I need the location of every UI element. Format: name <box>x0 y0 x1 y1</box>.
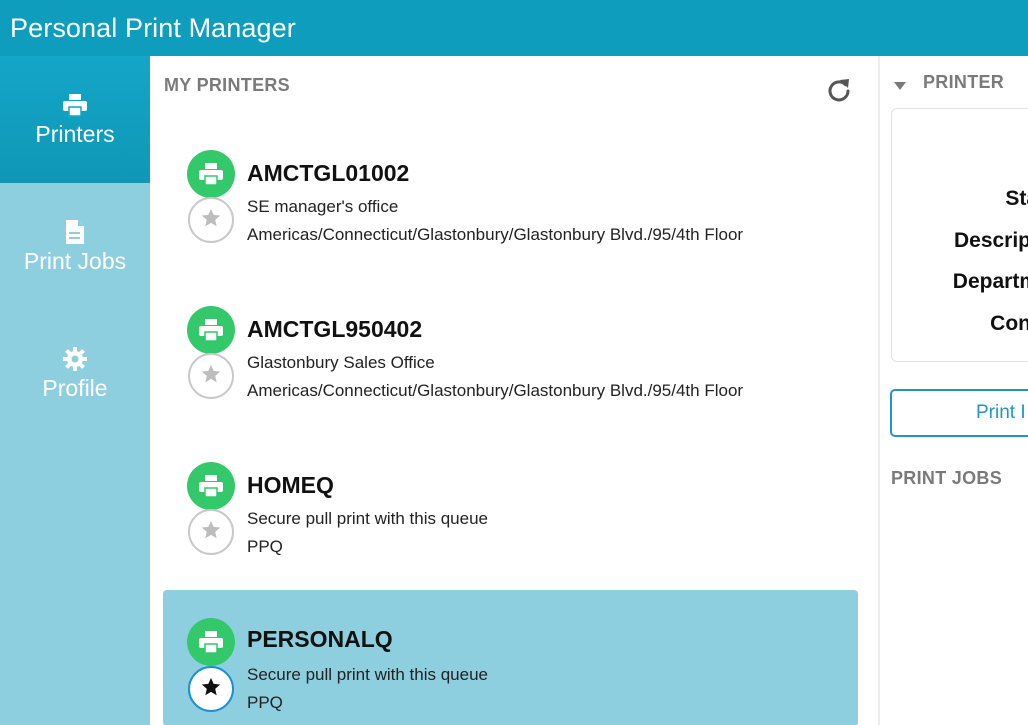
star-icon <box>200 519 222 545</box>
printer-status-icon <box>187 150 235 198</box>
printer-icon <box>61 91 89 119</box>
printer-location: Americas/Connecticut/Glastonbury/Glaston… <box>247 381 744 400</box>
printer-status-icon <box>187 306 235 354</box>
printer-name: HOMEQ <box>247 472 334 498</box>
sidebar-item-printers[interactable]: Printers <box>0 56 150 183</box>
favorite-star-button[interactable] <box>188 197 234 243</box>
sidebar-item-profile[interactable]: Profile <box>0 310 150 437</box>
sidebar-nav: Printers Print Jobs Profile <box>0 56 150 725</box>
favorite-star-button[interactable] <box>188 509 234 555</box>
field-label-description: Descript <box>953 229 1028 252</box>
refresh-button[interactable] <box>822 76 856 110</box>
favorite-star-button[interactable] <box>188 666 234 712</box>
detail-header[interactable]: PRINTER <box>893 72 1004 93</box>
caret-down-icon <box>893 77 907 90</box>
printer-location: PPQ <box>247 537 283 556</box>
printer-status-icon <box>187 462 235 510</box>
printer-location: PPQ <box>247 693 283 712</box>
printer-description: Secure pull print with this queue <box>247 509 488 528</box>
printer-description: SE manager's office <box>247 197 399 216</box>
printer-list-item-selected[interactable]: PERSONALQ Secure pull print with this qu… <box>163 590 858 725</box>
printer-detail-pane: PRINTER Sta Descript Departm Cont Print … <box>880 56 1028 725</box>
sidebar-item-label: Print Jobs <box>23 248 127 274</box>
favorite-star-button[interactable] <box>188 353 234 399</box>
printer-status-icon <box>187 618 235 666</box>
section-header-my-printers: MY PRINTERS <box>164 75 290 95</box>
printers-pane: MY PRINTERS AMCTGL01002 SE manager's off… <box>150 56 878 725</box>
printer-name: PERSONALQ <box>247 626 393 652</box>
sidebar-item-label: Printers <box>35 121 115 147</box>
printer-list-item[interactable]: AMCTGL950402 Glastonbury Sales Office Am… <box>163 282 858 418</box>
printer-list-item[interactable]: HOMEQ Secure pull print with this queue … <box>163 438 858 574</box>
printer-detail-card: Sta Descript Departm Cont <box>891 108 1028 362</box>
document-icon <box>61 218 89 246</box>
title-bar: Personal Print Manager <box>0 0 1028 56</box>
printer-name: AMCTGL950402 <box>247 316 423 342</box>
printer-location: Americas/Connecticut/Glastonbury/Glaston… <box>247 225 744 244</box>
sidebar-item-label: Profile <box>42 375 108 401</box>
refresh-icon <box>823 75 855 111</box>
printer-description: Glastonbury Sales Office <box>247 353 435 372</box>
sidebar-item-print-jobs[interactable]: Print Jobs <box>0 183 150 310</box>
field-label-status: Sta <box>1005 187 1028 210</box>
field-label-department: Departm <box>952 270 1028 293</box>
print-button[interactable]: Print I <box>890 389 1028 437</box>
printer-list-item[interactable]: AMCTGL01002 SE manager's office Americas… <box>163 126 858 262</box>
printer-name: AMCTGL01002 <box>247 160 410 186</box>
app-title: Personal Print Manager <box>10 12 296 43</box>
star-icon <box>200 207 222 233</box>
printer-description: Secure pull print with this queue <box>247 665 488 684</box>
star-icon <box>200 676 222 702</box>
gear-icon <box>61 345 89 373</box>
print-jobs-header: PRINT JOBS <box>891 468 1003 488</box>
star-icon <box>200 363 222 389</box>
field-label-contact: Cont <box>990 312 1028 335</box>
detail-header-label: PRINTER <box>923 72 1005 92</box>
